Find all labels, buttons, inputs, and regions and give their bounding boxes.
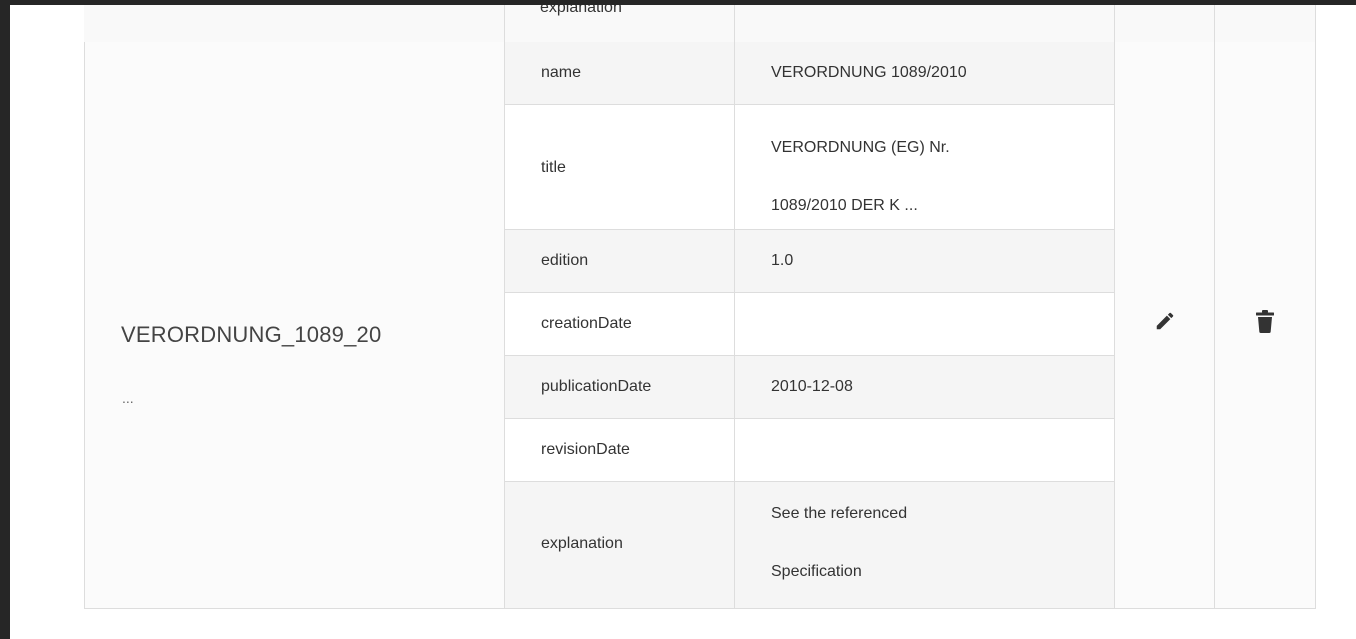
pencil-icon: [1156, 312, 1174, 330]
property-key: creationDate: [541, 315, 632, 332]
property-key: publicationDate: [541, 378, 652, 395]
record-name: VERORDNUNG_1089_20: [121, 322, 382, 347]
property-key: revisionDate: [541, 441, 630, 458]
property-value: 2010-12-08: [771, 378, 853, 396]
property-value-line: VERORDNUNG 1089/2010: [771, 64, 967, 81]
previous-table-row: explanation: [84, 5, 1316, 43]
record-name-ellipsis: ...: [122, 390, 134, 406]
property-value-line: See the referenced: [771, 505, 908, 522]
page: explanation VERORDNUNG_1089_20 ... name …: [10, 5, 1356, 639]
delete-button[interactable]: [1250, 306, 1280, 336]
property-value: VERORDNUNG (EG) Nr. 1089/2010 DER K ...: [771, 132, 950, 222]
property-value-line: 1.0: [771, 252, 794, 269]
column-divider: [504, 5, 505, 608]
column-divider: [734, 5, 735, 608]
property-key: name: [541, 64, 582, 81]
property-value: 1.0: [771, 252, 793, 270]
property-row-title: title VERORDNUNG (EG) Nr. 1089/2010 DER …: [505, 105, 1115, 230]
column-divider: [1315, 5, 1316, 608]
property-row-creation-date: creationDate: [505, 293, 1115, 356]
property-value: See the referenced Specification: [771, 498, 907, 588]
property-row-name: name VERORDNUNG 1089/2010: [505, 42, 1115, 105]
trash-icon: [1256, 310, 1274, 333]
column-divider: [1114, 5, 1115, 608]
property-value-line: 1089/2010 DER K ...: [771, 197, 918, 214]
property-row-edition: edition 1.0: [505, 230, 1115, 293]
property-value: VERORDNUNG 1089/2010: [771, 64, 967, 82]
property-key: edition: [541, 252, 589, 269]
property-value-line: Specification: [771, 563, 862, 580]
property-row-publication-date: publicationDate 2010-12-08: [505, 356, 1115, 419]
previous-row-key: explanation: [540, 5, 622, 16]
metadata-table: explanation VERORDNUNG_1089_20 ... name …: [84, 5, 1316, 609]
property-row-explanation: explanation See the referenced Specifica…: [505, 482, 1115, 608]
property-key: explanation: [541, 535, 623, 552]
property-value-line: 2010-12-08: [771, 378, 853, 395]
table-row: VERORDNUNG_1089_20 ... name VERORDNUNG 1…: [84, 42, 1316, 609]
property-key: title: [541, 159, 566, 176]
edit-button[interactable]: [1150, 306, 1180, 336]
property-row-revision-date: revisionDate: [505, 419, 1115, 482]
column-divider: [1214, 5, 1215, 608]
property-value-line: VERORDNUNG (EG) Nr.: [771, 139, 950, 156]
